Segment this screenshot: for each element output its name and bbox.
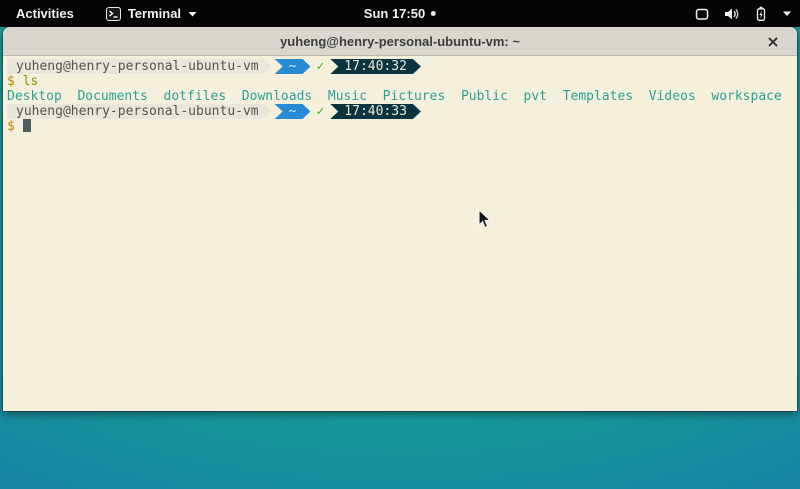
app-menu-label: Terminal — [128, 6, 181, 21]
terminal-screen[interactable]: yuheng@henry-personal-ubuntu-vm ~ ✓ 17:4… — [3, 56, 797, 410]
clock-button[interactable]: Sun 17:50 — [364, 6, 436, 21]
window-title-bar[interactable]: yuheng@henry-personal-ubuntu-vm: ~ × — [3, 27, 797, 56]
window-title: yuheng@henry-personal-ubuntu-vm: ~ — [280, 34, 520, 49]
status-check-icon: ✓ — [310, 104, 330, 119]
screen-icon — [694, 6, 710, 22]
terminal-app-icon — [106, 7, 121, 21]
directory-entry: dotfiles — [164, 89, 227, 104]
prompt-directory-segment: ~ — [275, 104, 311, 119]
app-menu-terminal[interactable]: Terminal — [106, 6, 197, 21]
close-button[interactable]: × — [763, 31, 783, 51]
ls-output-row: Desktop Documents dotfiles Downloads Music Pi… — [7, 89, 795, 104]
prompt-line: yuheng@henry-personal-ubuntu-vm ~ ✓ 17:4… — [7, 104, 795, 119]
prompt-time-segment: 17:40:32 — [330, 59, 421, 74]
volume-icon — [723, 6, 740, 22]
terminal-cursor — [23, 119, 31, 132]
system-status-area[interactable] — [694, 6, 792, 22]
directory-entry: Downloads — [242, 89, 312, 104]
directory-entry: Music — [328, 89, 367, 104]
input-line: $ — [7, 119, 795, 134]
directory-entry: Templates — [563, 89, 633, 104]
directory-entry: Public — [461, 89, 508, 104]
prompt-time-segment: 17:40:33 — [330, 104, 421, 119]
directory-entry: workspace — [711, 89, 781, 104]
battery-charging-icon — [753, 6, 769, 22]
desktop: Activities Terminal Sun 17:50 — [0, 0, 800, 489]
prompt-user-segment: yuheng@henry-personal-ubuntu-vm — [7, 104, 272, 119]
clock-label: Sun 17:50 — [364, 6, 425, 21]
notification-dot-icon — [431, 11, 436, 16]
prompt-symbol: $ — [7, 119, 15, 134]
command-text: ls — [23, 74, 39, 89]
prompt-symbol: $ — [7, 74, 15, 89]
directory-entry: Desktop — [7, 89, 62, 104]
activities-button[interactable]: Activities — [10, 4, 80, 23]
directory-entry: pvt — [524, 89, 547, 104]
chevron-down-icon — [782, 10, 792, 17]
top-bar: Activities Terminal Sun 17:50 — [0, 0, 800, 27]
app-menu-caret-icon — [188, 11, 197, 17]
directory-entry: Documents — [77, 89, 147, 104]
directory-entry: Pictures — [383, 89, 446, 104]
status-check-icon: ✓ — [310, 59, 330, 74]
prompt-user-segment: yuheng@henry-personal-ubuntu-vm — [7, 59, 272, 74]
command-line: $ ls — [7, 74, 795, 89]
prompt-directory-segment: ~ — [275, 59, 311, 74]
terminal-window: yuheng@henry-personal-ubuntu-vm: ~ × yuh… — [3, 27, 797, 411]
prompt-line: yuheng@henry-personal-ubuntu-vm ~ ✓ 17:4… — [7, 59, 795, 74]
directory-entry: Videos — [649, 89, 696, 104]
